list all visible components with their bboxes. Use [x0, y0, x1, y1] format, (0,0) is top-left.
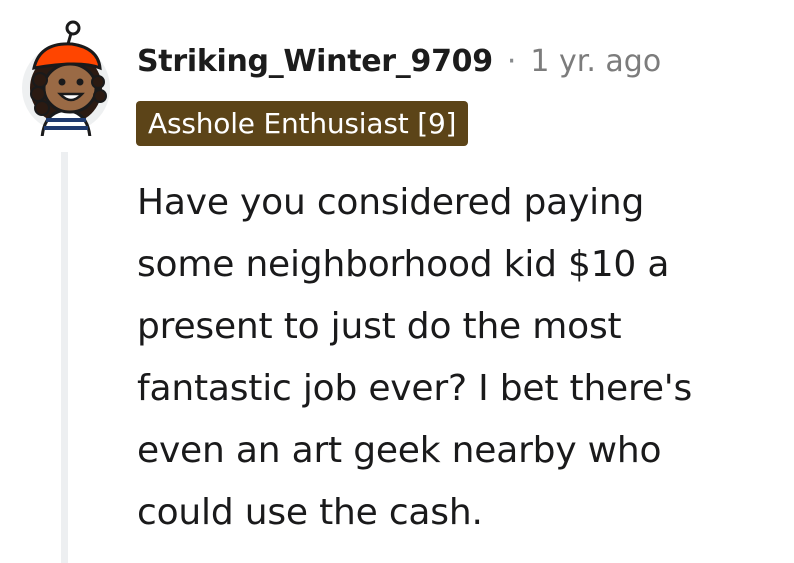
comment: Striking_Winter_9709 · 1 yr. ago Asshole… [0, 0, 794, 563]
comment-timestamp[interactable]: 1 yr. ago [530, 44, 661, 79]
comment-body: Have you considered paying some neighbor… [137, 172, 777, 544]
meta-separator: · [506, 43, 517, 79]
user-avatar[interactable] [20, 20, 120, 140]
comment-body-line: even an art geek nearby who [137, 430, 662, 471]
comment-meta: Striking_Winter_9709 · 1 yr. ago [137, 38, 661, 84]
user-flair-badge: Asshole Enthusiast [9] [136, 101, 469, 146]
username-link[interactable]: Striking_Winter_9709 [137, 44, 493, 79]
comment-body-line: could use the cash. [137, 492, 483, 533]
comment-body-line: present to just do the most [137, 306, 622, 347]
comment-body-line: Have you considered paying [137, 182, 645, 223]
comment-body-line: fantastic job ever? I bet there's [137, 368, 693, 409]
thread-collapse-line[interactable] [61, 152, 68, 563]
snoo-avatar-icon [22, 20, 110, 140]
comment-body-line: some neighborhood kid $10 a [137, 244, 670, 285]
